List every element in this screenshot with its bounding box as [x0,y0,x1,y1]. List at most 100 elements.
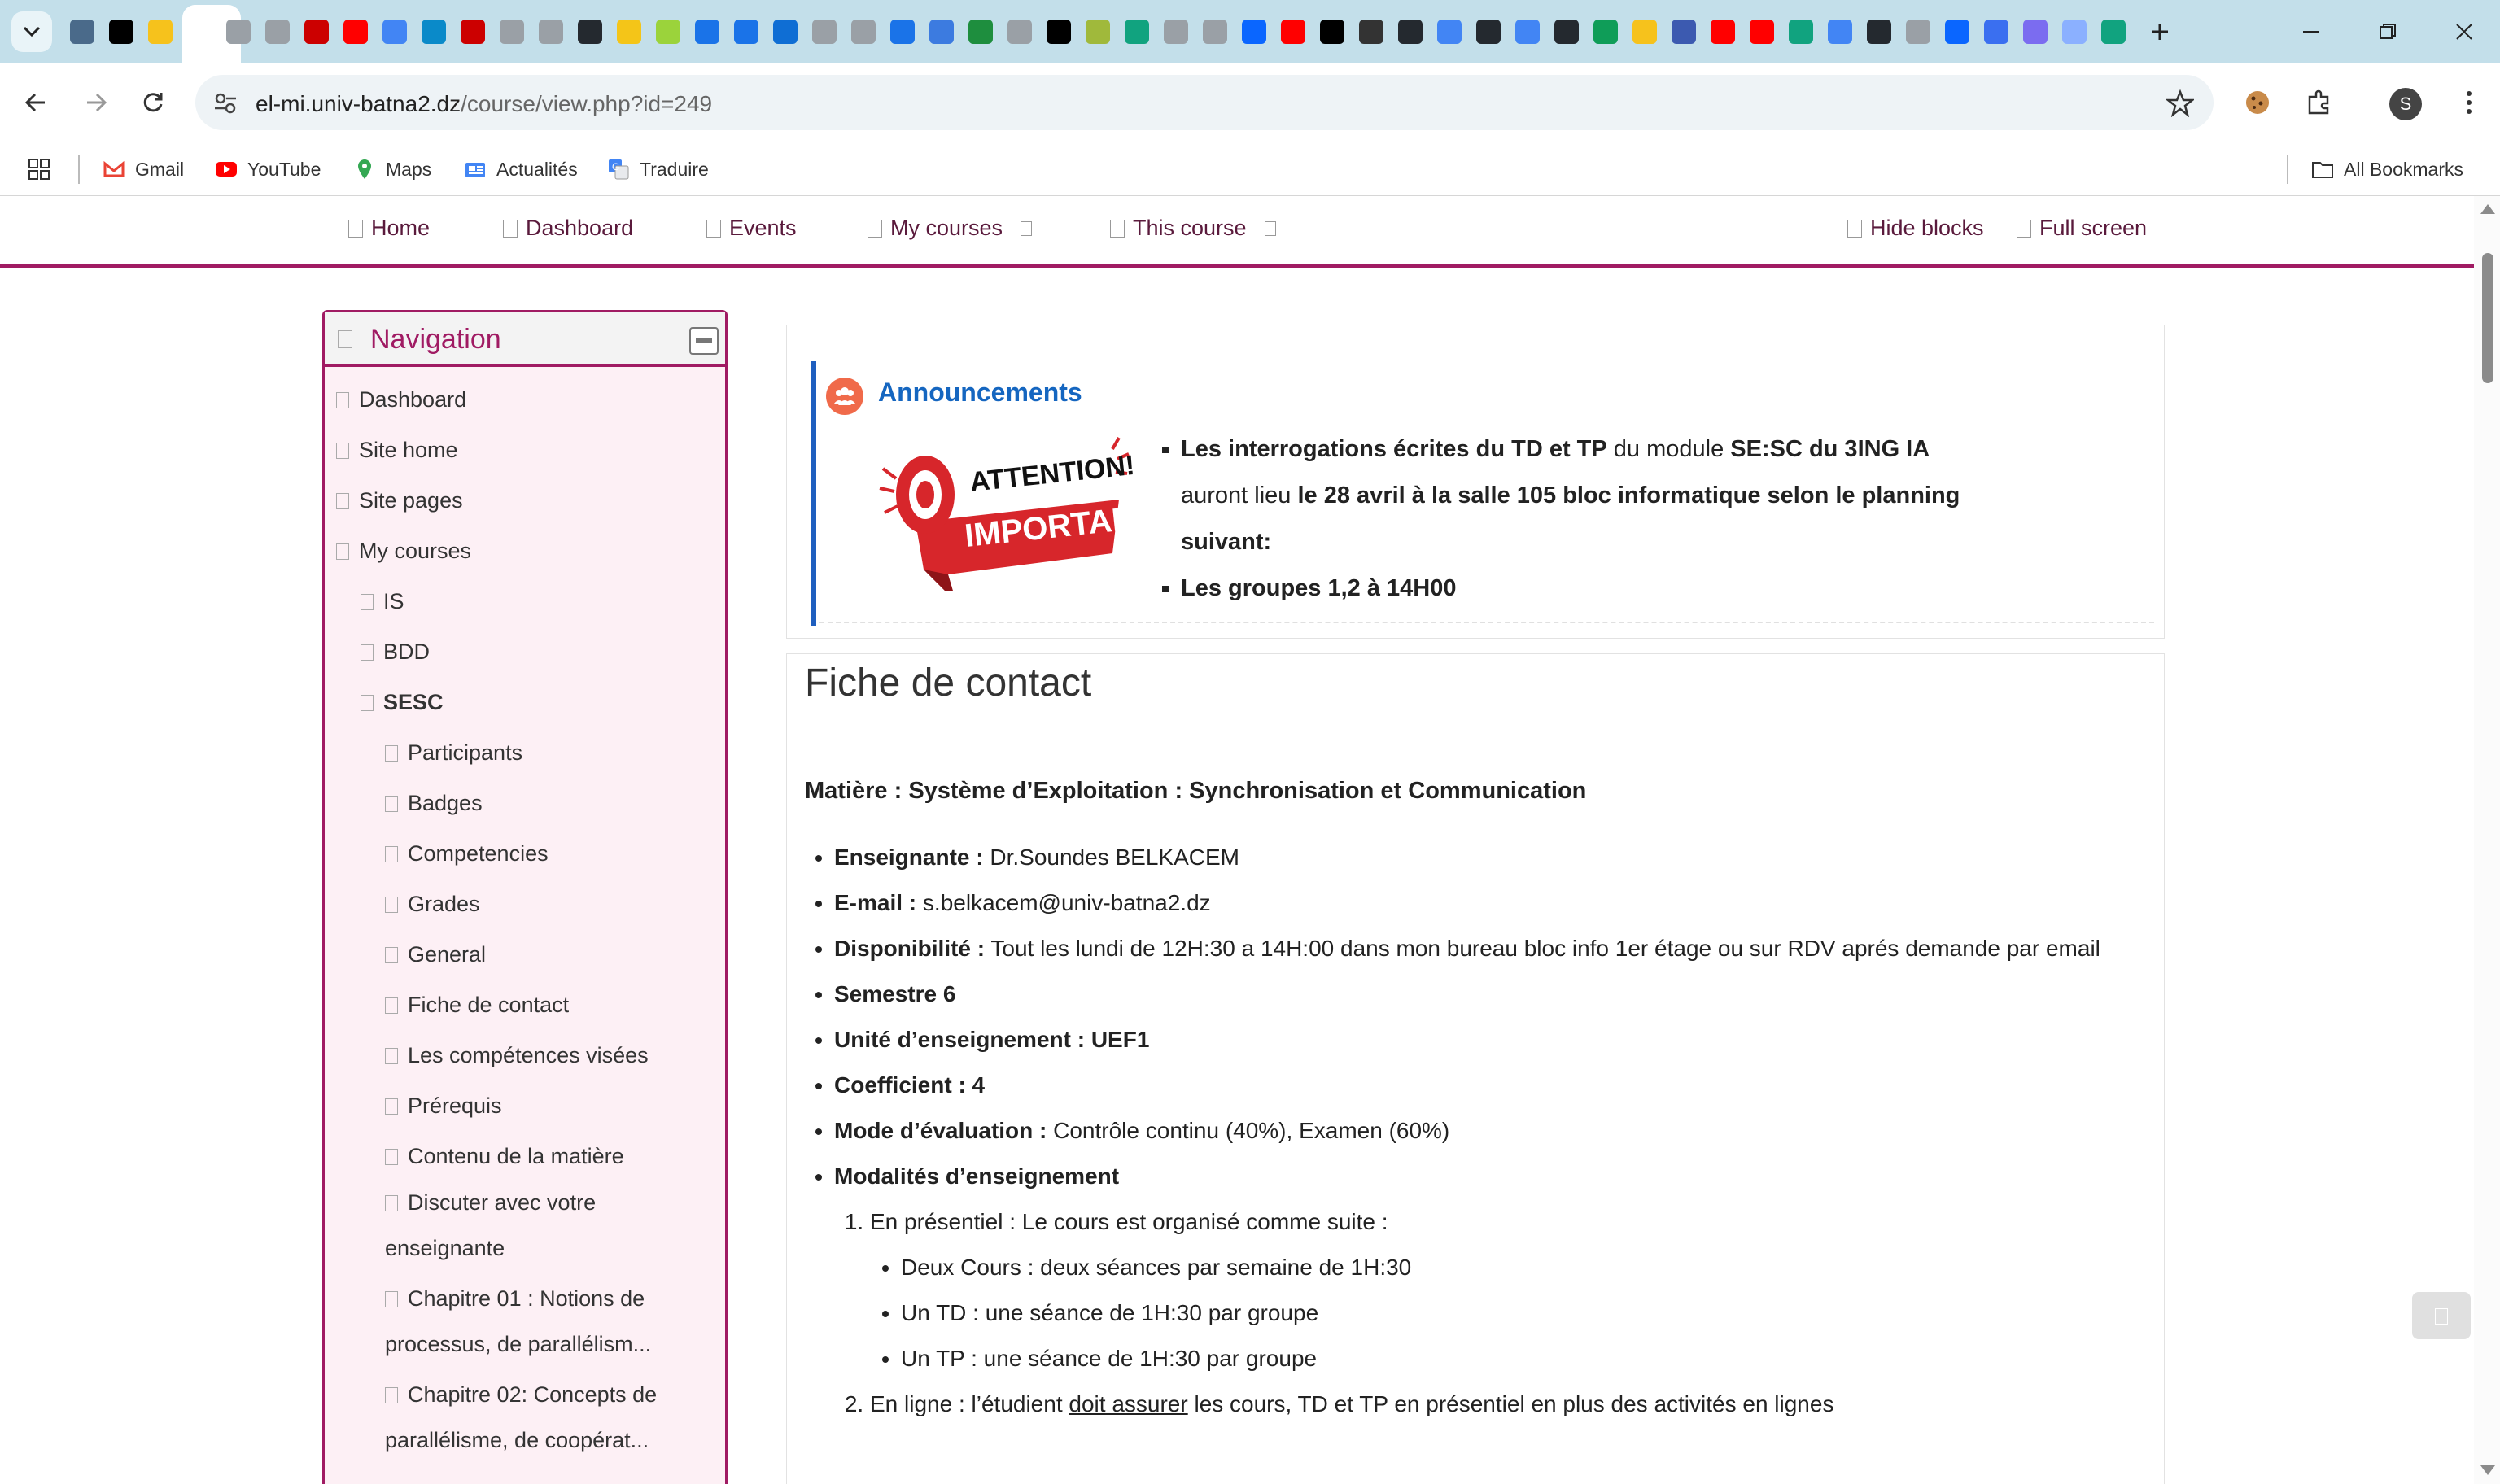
tab-favicon[interactable] [456,15,490,49]
extensions-button[interactable] [2300,83,2339,122]
address-bar[interactable]: el-mi.univ-batna2.dz/course/view.php?id=… [195,75,2214,130]
nav-item-badges[interactable]: Badges [385,791,483,816]
announcements-title[interactable]: Announcements [878,378,1082,408]
nav-item-grades[interactable]: Grades [385,892,480,917]
tab-favicon[interactable] [1667,15,1701,49]
tab-favicon[interactable] [1003,15,1037,49]
tab-favicon[interactable] [885,15,920,49]
tab-search-button[interactable] [11,11,52,52]
url-text[interactable]: el-mi.univ-batna2.dz/course/view.php?id=… [256,91,712,117]
tab-favicon[interactable] [1628,15,1662,49]
nav-this-course[interactable]: This course [1110,216,1276,241]
nav-item-site-pages[interactable]: Site pages [336,488,463,513]
tab-favicon[interactable] [221,15,256,49]
nav-dashboard[interactable]: Dashboard [503,216,633,241]
scroll-up-arrow[interactable] [2480,204,2495,214]
nav-item-prerequis[interactable]: Prérequis [385,1093,502,1119]
reload-button[interactable] [133,83,173,122]
profile-avatar[interactable]: S [2389,88,2422,120]
nav-item-contenu[interactable]: Contenu de la matière [385,1144,624,1169]
tab-favicon[interactable] [1237,15,1271,49]
tab-favicon[interactable] [573,15,607,49]
tab-favicon[interactable] [1589,15,1623,49]
tab-favicon[interactable] [729,15,763,49]
nav-item-site-home[interactable]: Site home [336,438,458,463]
nav-full-screen[interactable]: Full screen [2017,216,2147,241]
collapse-block-button[interactable] [689,327,719,355]
tab-favicon[interactable] [339,15,373,49]
tab-favicon[interactable] [260,15,295,49]
nav-item-discuter[interactable]: Discuter avec votre enseignante [385,1180,694,1271]
tab-favicon[interactable] [612,15,646,49]
close-window-button[interactable] [2440,11,2489,52]
nav-item-participants[interactable]: Participants [385,740,522,766]
restore-button[interactable] [2363,11,2412,52]
tab-favicon[interactable] [1510,15,1545,49]
tab-favicon[interactable] [2096,15,2131,49]
tab-favicon[interactable] [1862,15,1896,49]
tab-favicon[interactable] [1315,15,1349,49]
tab-favicon[interactable] [1042,15,1076,49]
star-icon[interactable] [2166,89,2194,117]
all-bookmarks[interactable]: All Bookmarks [2311,156,2463,182]
tab-favicon[interactable] [299,15,334,49]
nav-item-is[interactable]: IS [361,589,404,614]
apps-button[interactable] [28,156,50,182]
minimize-button[interactable] [2287,11,2336,52]
tab-favicon[interactable] [65,15,99,49]
tab-favicon[interactable] [1120,15,1154,49]
tab-favicon[interactable] [690,15,724,49]
nav-item-competencies[interactable]: Competencies [385,841,549,866]
tab-favicon[interactable] [417,15,451,49]
tab-favicon[interactable] [924,15,959,49]
nav-item-dashboard[interactable]: Dashboard [336,387,466,412]
tab-favicon[interactable] [1393,15,1427,49]
tab-favicon[interactable] [1979,15,2013,49]
bookmark-gmail[interactable]: Gmail [103,156,184,182]
nav-item-my-courses[interactable]: My courses [336,539,471,564]
nav-item-sesc[interactable]: SESC [361,690,444,715]
tab-favicon[interactable] [1081,15,1115,49]
tab-favicon[interactable] [768,15,802,49]
tab-favicon[interactable] [1745,15,1779,49]
tab-favicon[interactable] [378,15,412,49]
bookmark-maps[interactable]: Maps [353,156,431,182]
tab-favicon[interactable] [143,15,177,49]
tab-favicon[interactable] [1471,15,1506,49]
tab-favicon[interactable] [104,15,138,49]
tab-favicon[interactable] [534,15,568,49]
nav-my-courses[interactable]: My courses [868,216,1033,241]
tab-favicon[interactable] [2057,15,2091,49]
page-scrollbar[interactable] [2474,196,2500,1484]
tab-favicon[interactable] [182,15,216,49]
nav-hide-blocks[interactable]: Hide blocks [1847,216,1984,241]
forward-button[interactable] [76,83,116,122]
nav-item-competences-visees[interactable]: Les compétences visées [385,1043,649,1068]
tab-favicon[interactable] [807,15,841,49]
tab-favicon[interactable] [1276,15,1310,49]
tab-favicon[interactable] [1784,15,1818,49]
tab-favicon[interactable] [1198,15,1232,49]
new-tab-button[interactable] [2135,11,2184,52]
nav-item-chapitre-02[interactable]: Chapitre 02: Concepts de parallélisme, d… [385,1372,694,1463]
tab-favicon[interactable] [2018,15,2052,49]
back-button[interactable] [16,83,55,122]
scroll-down-arrow[interactable] [2480,1465,2495,1475]
tab-favicon[interactable] [846,15,881,49]
nav-item-bdd[interactable]: BDD [361,639,430,665]
tab-favicon[interactable] [1706,15,1740,49]
nav-item-fiche-de-contact[interactable]: Fiche de contact [385,993,569,1018]
cookie-extension-button[interactable] [2238,83,2277,122]
tab-favicon[interactable] [1432,15,1466,49]
tab-favicon[interactable] [651,15,685,49]
nav-item-chapitre-01[interactable]: Chapitre 01 : Notions de processus, de p… [385,1276,694,1367]
tab-favicon[interactable] [1354,15,1388,49]
tab-favicon[interactable] [1159,15,1193,49]
bookmark-translate[interactable]: G Traduire [607,156,709,182]
tab-favicon[interactable] [1823,15,1857,49]
nav-home[interactable]: Home [348,216,430,241]
scrollbar-thumb[interactable] [2482,253,2493,383]
bookmark-youtube[interactable]: YouTube [215,156,321,182]
back-to-top-button[interactable] [2412,1292,2471,1339]
tab-favicon[interactable] [1901,15,1935,49]
